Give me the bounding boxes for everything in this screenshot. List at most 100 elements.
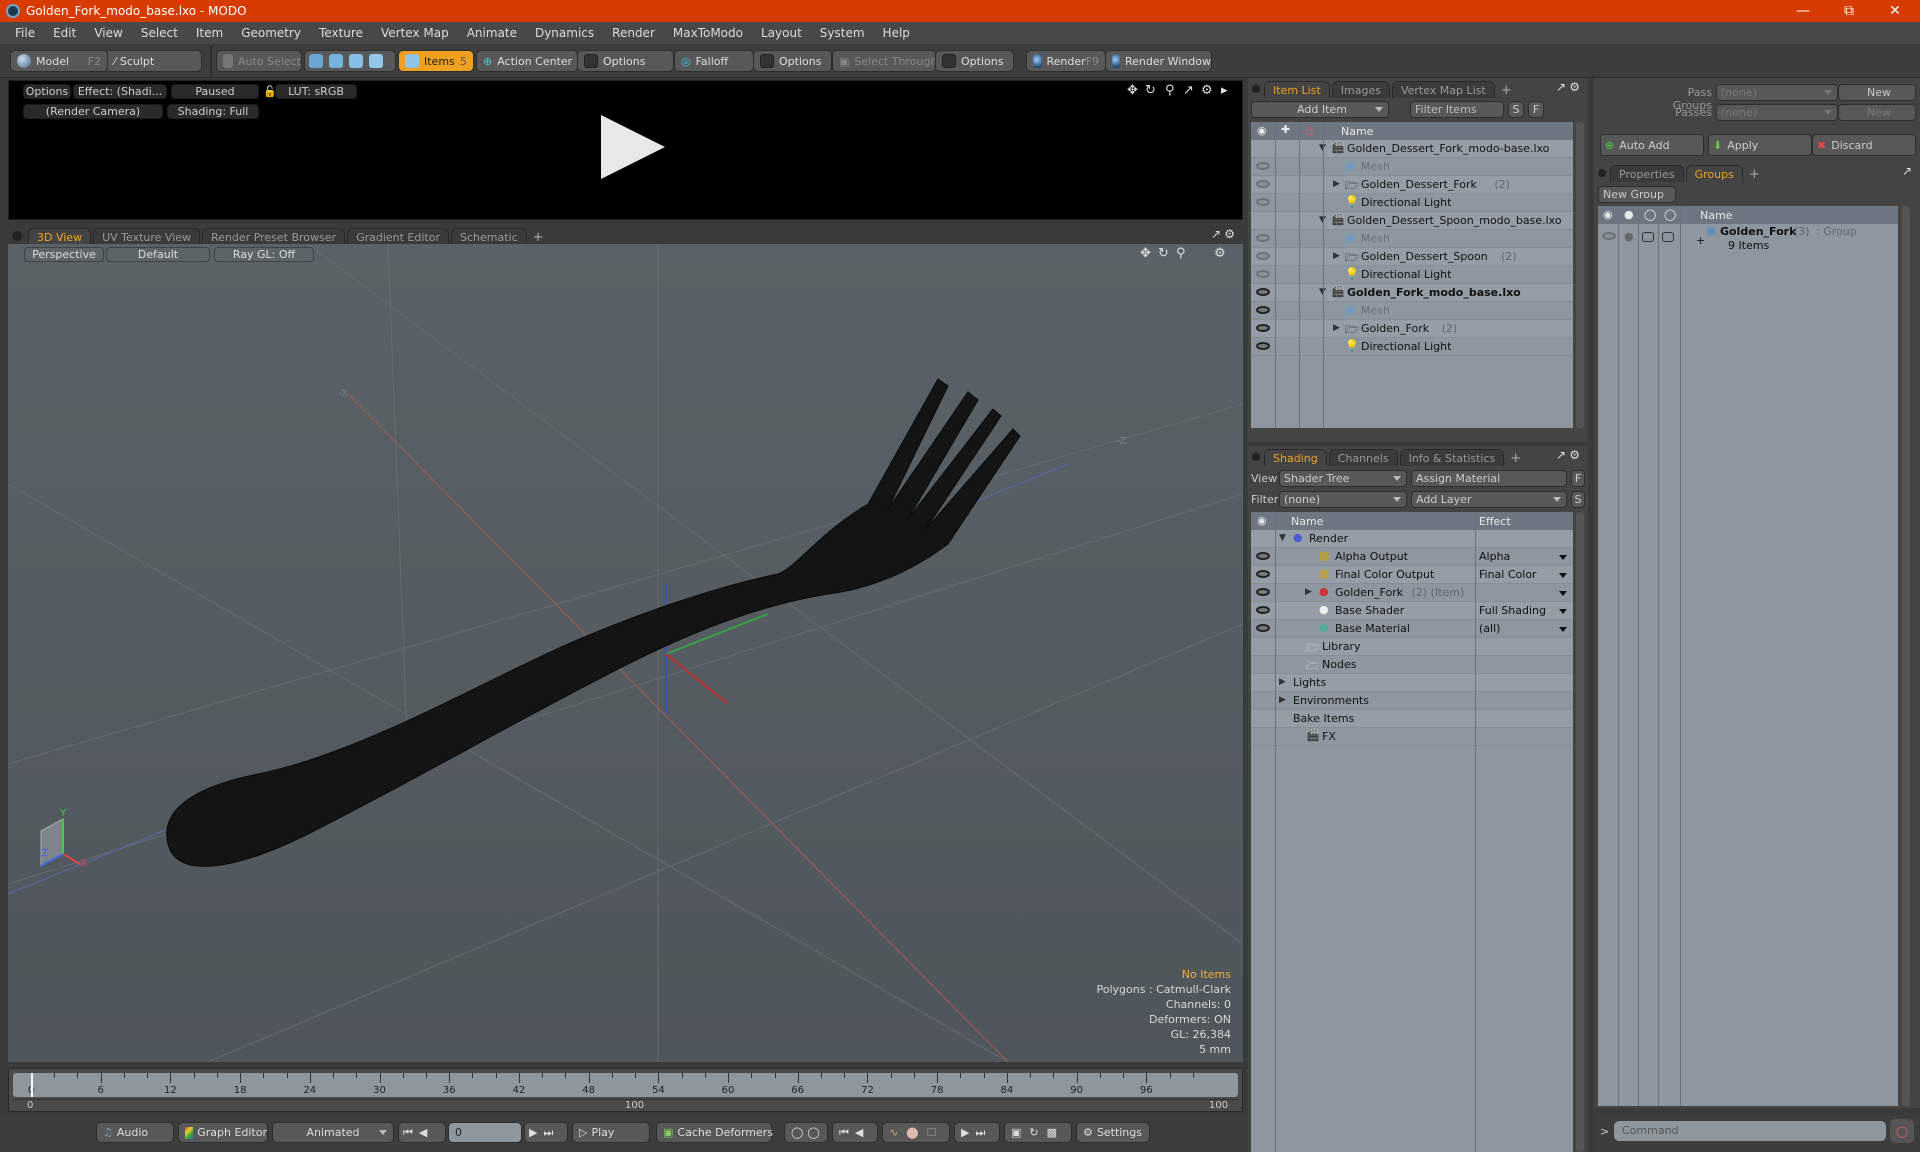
item-list-scrollbar[interactable] [1576,122,1584,428]
playhead[interactable] [31,1073,33,1097]
tab-properties[interactable]: Properties [1610,165,1684,182]
visibility-eye-icon[interactable] [1256,624,1270,632]
play-button[interactable]: ▷ Play [572,1122,650,1143]
zoom-icon[interactable]: ⚲ [1165,83,1175,98]
raygl-toggle[interactable]: Ray GL: Off [214,247,314,262]
select-column-icon[interactable]: ◯ [1664,208,1676,221]
visibility-eye-icon[interactable] [1256,552,1270,560]
name-column-header[interactable]: Name [1700,209,1732,222]
shader-tree-row[interactable]: ▼ ● Render [1251,530,1573,548]
collapse-arrow-icon[interactable]: ▶ [1279,695,1286,705]
item-tree[interactable]: ◉ ✚ △ Name ▼🎬Golden_Dessert_Fork_modo-ba… [1251,122,1573,428]
visibility-eye-icon[interactable] [1256,234,1270,242]
fork-model[interactable] [166,378,1021,867]
menu-animate[interactable]: Animate [458,26,526,40]
add-tab-icon[interactable]: + [529,230,548,245]
f-toggle-button[interactable]: F [1528,101,1544,118]
lock-checkbox[interactable] [1642,232,1654,242]
menu-system[interactable]: System [811,26,874,40]
shader-tree-row[interactable]: Bake Items [1251,710,1573,728]
menu-maxtomodo[interactable]: MaxToModo [664,26,752,40]
pass-groups-dropdown[interactable]: (none) [1716,84,1838,101]
last-key-icon[interactable]: ⏭ [975,1126,985,1140]
shader-tree-row[interactable]: ▶ Environments [1251,692,1573,710]
skip-to-end-icon[interactable]: ⏭ [543,1126,553,1140]
visibility-eye-icon[interactable] [1256,270,1270,278]
restore-button[interactable]: ⧉ [1826,0,1872,22]
groups-scrollbar[interactable] [1902,206,1910,1106]
tab-3d-view[interactable]: 3D View [28,228,92,245]
chevron-down-icon[interactable] [1559,591,1567,596]
effect-value[interactable]: (all) [1479,622,1500,635]
shader-tree-row[interactable]: ● Base Shader Full Shading [1251,602,1573,620]
key-squares-icon[interactable]: ▩ [1047,1126,1057,1139]
visibility-eye-icon[interactable] [1256,252,1270,260]
skip-to-start-icon[interactable]: ⏮ [403,1126,413,1140]
visibility-column-icon[interactable]: ◉ [1603,208,1613,221]
pan-icon[interactable]: ✥ [1140,246,1151,261]
panel-menu-icon[interactable] [1252,85,1260,93]
sculpt-mode-button[interactable]: ⁄ Sculpt [108,50,202,72]
key-upload-icon[interactable]: ◯ [791,1126,803,1139]
gear-icon[interactable]: ⚙ [1201,83,1213,98]
gear-icon[interactable]: ⚙ [1224,227,1235,241]
tab-gradient-editor[interactable]: Gradient Editor [347,228,449,245]
auto-key-icon[interactable]: ∿ [889,1126,898,1139]
filter-dropdown[interactable]: (none) [1279,491,1407,508]
prev-key-icon[interactable]: ◀ [855,1126,863,1139]
preview-paused-button[interactable]: Paused [171,84,259,99]
visibility-eye-icon[interactable] [1256,588,1270,596]
materials-mode-icon[interactable] [369,54,383,68]
shader-tree-row[interactable]: ▶ ● Golden_Fork (2) (Item) [1251,584,1573,602]
axis-column-icon[interactable]: △ [1305,123,1313,136]
visibility-eye-icon[interactable] [1256,570,1270,578]
timeline-ruler[interactable]: 06121824303642485460667278849096 [13,1073,1238,1097]
select-through-button[interactable]: ▣ Select Through [832,50,936,72]
pan-icon[interactable]: ✥ [1127,83,1138,98]
collapse-arrow-icon[interactable]: ▶ [1279,677,1286,687]
add-layer-dropdown[interactable]: Add Layer [1411,491,1567,508]
cache-deformers-button[interactable]: ▣ Cache Deformers [656,1122,773,1143]
render-column-icon[interactable]: ● [1624,208,1634,221]
play-icon[interactable] [601,115,665,179]
expand-arrow-icon[interactable]: ▸ [1221,83,1228,98]
tab-images[interactable]: Images [1331,81,1390,98]
collapse-arrow-icon[interactable]: ▶ [1333,323,1340,333]
key-cube-icon[interactable]: ▣ [1011,1126,1021,1139]
tab-channels[interactable]: Channels [1328,449,1398,466]
shader-tree-row[interactable]: ▦ Final Color Output Final Color [1251,566,1573,584]
key-cycle-icon[interactable]: ↻ [1029,1126,1038,1139]
expand-plus-icon[interactable]: + [1696,234,1705,247]
panel-menu-icon[interactable] [1598,169,1606,177]
action-center-options-button[interactable]: Options [578,50,674,72]
model-mode-button[interactable]: Model F2 [10,50,108,72]
command-history-button[interactable]: ◯ [1890,1119,1914,1143]
items-mode-button[interactable]: Items 5 [398,50,474,72]
maximize-icon[interactable]: ↗ [1556,80,1566,94]
preview-options-button[interactable]: Options [23,84,71,99]
groups-tree[interactable]: ◉ ● ◯ ◯ Name ● + ▣ Golden_Fork (3) : Gro… [1598,206,1898,1106]
visibility-eye-icon[interactable] [1256,180,1270,188]
visibility-column-icon[interactable]: ◉ [1257,124,1267,137]
add-tab-icon[interactable]: + [1506,451,1525,466]
rotate-icon[interactable]: ↻ [1145,83,1156,98]
animated-dropdown[interactable]: Animated [272,1122,394,1143]
effect-value[interactable]: Full Shading [1479,604,1546,617]
tab-schematic[interactable]: Schematic [451,228,527,245]
chevron-down-icon[interactable] [1559,609,1567,614]
f-toggle-button[interactable]: F [1571,470,1585,487]
chevron-down-icon[interactable] [1559,627,1567,632]
maximize-icon[interactable]: ↗ [1211,227,1221,241]
collapse-arrow-icon[interactable]: ▶ [1333,251,1340,261]
graph-editor-button[interactable]: Graph Editor [178,1122,268,1143]
assign-material-button[interactable]: Assign Material [1411,470,1567,487]
shader-tree-row[interactable]: ▦ Alpha Output Alpha [1251,548,1573,566]
gear-icon[interactable]: ⚙ [1569,80,1580,94]
vertices-mode-icon[interactable] [309,54,323,68]
minimize-button[interactable]: — [1780,0,1826,22]
visibility-eye-icon[interactable] [1256,306,1270,314]
maximize-icon[interactable]: ↗ [1183,83,1194,98]
apply-button[interactable]: ⬇ Apply [1708,134,1812,156]
current-frame-field[interactable]: 0 [448,1122,522,1143]
visibility-eye-icon[interactable] [1256,162,1270,170]
